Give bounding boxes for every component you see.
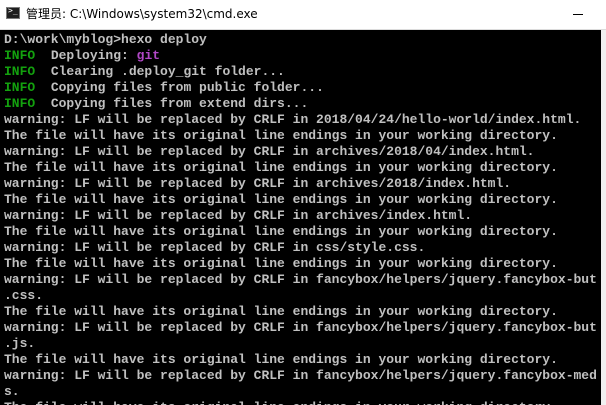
console-line-text: Copying files from extend dirs... <box>35 96 309 111</box>
console-line: warning: LF will be replaced by CRLF in … <box>4 144 535 160</box>
console-line: INFO Deploying: git <box>4 48 160 64</box>
console-line-text: The file will have its original line end… <box>4 128 558 143</box>
console-line-text: warning: LF will be replaced by CRLF in … <box>4 240 426 255</box>
console-line-text: warning: LF will be replaced by CRLF in … <box>4 144 535 159</box>
console-line-text: warning: LF will be replaced by CRLF in … <box>4 320 597 335</box>
console-line: INFO Copying files from extend dirs... <box>4 96 308 112</box>
console-line: warning: LF will be replaced by CRLF in … <box>4 272 597 288</box>
console-line-text: Clearing .deploy_git folder... <box>35 64 285 79</box>
cmd-window: >_ 管理员: C:\Windows\system32\cmd.exe D:\w… <box>0 0 606 405</box>
console-line-text: warning: LF will be replaced by CRLF in … <box>4 272 597 287</box>
console-line-text: warning: LF will be replaced by CRLF in … <box>4 176 512 191</box>
console-line-text: Deploying: <box>35 48 137 63</box>
console-line: The file will have its original line end… <box>4 352 558 368</box>
console-line: The file will have its original line end… <box>4 256 558 272</box>
console-line: .css. <box>4 288 43 304</box>
console-line-text: The file will have its original line end… <box>4 304 558 319</box>
minimize-icon <box>573 14 583 15</box>
console-line: The file will have its original line end… <box>4 400 558 405</box>
console-line: INFO Copying files from public folder... <box>4 80 324 96</box>
info-tag: INFO <box>4 48 36 63</box>
console-line-text: The file will have its original line end… <box>4 192 558 207</box>
console-line: The file will have its original line end… <box>4 192 558 208</box>
cmd-icon[interactable]: >_ <box>6 6 20 19</box>
console-line: The file will have its original line end… <box>4 128 558 144</box>
console-line-text: The file will have its original line end… <box>4 224 558 239</box>
console-line: The file will have its original line end… <box>4 304 558 320</box>
scrollbar[interactable] <box>601 30 606 405</box>
console-line-text: .js. <box>4 336 36 351</box>
info-tag: INFO <box>4 64 36 79</box>
title-bar[interactable]: >_ 管理员: C:\Windows\system32\cmd.exe <box>0 0 606 30</box>
console-line-text: The file will have its original line end… <box>4 256 558 271</box>
console-output[interactable]: D:\work\myblog>hexo deploy INFO Deploying… <box>0 30 606 405</box>
console-line: warning: LF will be replaced by CRLF in … <box>4 176 511 192</box>
console-line: warning: LF will be replaced by CRLF in … <box>4 208 472 224</box>
console-line-text: s. <box>4 384 20 399</box>
deploy-type: git <box>136 48 161 63</box>
info-tag: INFO <box>4 96 36 111</box>
console-line: D:\work\myblog>hexo deploy <box>4 32 207 48</box>
info-tag: INFO <box>4 80 36 95</box>
console-line: warning: LF will be replaced by CRLF in … <box>4 112 581 128</box>
console-line-text: Copying files from public folder... <box>35 80 324 95</box>
console-line-text: .css. <box>4 288 44 303</box>
console-line-text: D:\work\myblog>hexo deploy <box>4 32 207 47</box>
console-line: INFO Clearing .deploy_git folder... <box>4 64 285 80</box>
window-title: 管理员: C:\Windows\system32\cmd.exe <box>26 7 258 21</box>
console-line-text: The file will have its original line end… <box>4 160 558 175</box>
console-line-text: warning: LF will be replaced by CRLF in … <box>4 112 582 127</box>
console-line: .js. <box>4 336 35 352</box>
console-line: s. <box>4 384 20 400</box>
console-line: The file will have its original line end… <box>4 160 558 176</box>
console-line-text: The file will have its original line end… <box>4 400 558 405</box>
console-line-text: warning: LF will be replaced by CRLF in … <box>4 368 597 383</box>
minimize-button[interactable] <box>560 0 600 29</box>
console-line-text: The file will have its original line end… <box>4 352 558 367</box>
console-line-text: warning: LF will be replaced by CRLF in … <box>4 208 473 223</box>
console-line: warning: LF will be replaced by CRLF in … <box>4 368 597 384</box>
console-line: The file will have its original line end… <box>4 224 558 240</box>
console-line: warning: LF will be replaced by CRLF in … <box>4 240 425 256</box>
console-line: warning: LF will be replaced by CRLF in … <box>4 320 597 336</box>
